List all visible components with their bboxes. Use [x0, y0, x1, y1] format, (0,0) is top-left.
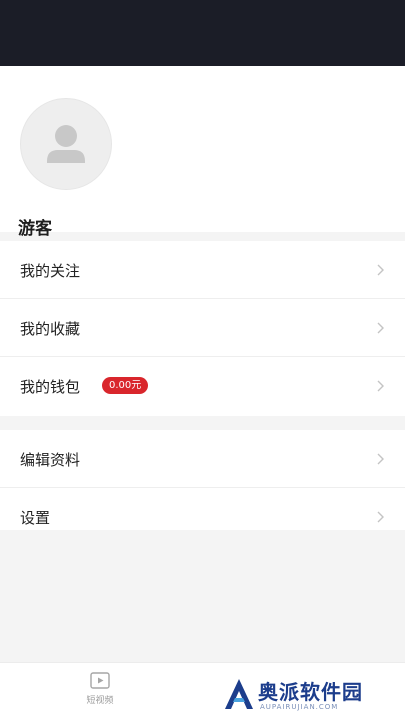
menu-item-label: 我的关注: [20, 262, 81, 280]
chevron-right-icon: [377, 453, 384, 465]
menu-item-label: 编辑资料: [20, 451, 81, 469]
header-background: [0, 0, 405, 66]
watermark-subtext: AUPAIRUJIAN.COM: [260, 703, 339, 711]
profile-section: 游客 88888888: [0, 66, 405, 264]
chevron-right-icon: [377, 264, 384, 276]
username: 游客: [18, 219, 52, 239]
menu-group-primary: 我的关注 我的收藏 我的钱包 0.00元: [0, 241, 405, 416]
menu-item-edit-profile[interactable]: 编辑资料: [0, 430, 405, 488]
nav-label: 短视频: [86, 696, 114, 706]
watermark: 奥派软件园 AUPAIRUJIAN.COM: [222, 676, 402, 716]
menu-item-favorites[interactable]: 我的收藏: [0, 299, 405, 357]
nav-short-video[interactable]: 短视频: [60, 671, 140, 706]
chevron-right-icon: [377, 511, 384, 523]
menu-item-label: 设置: [20, 509, 51, 527]
wallet-balance-badge: 0.00元: [102, 377, 149, 394]
play-video-icon: [90, 672, 110, 689]
menu-item-label: 我的钱包: [20, 378, 81, 396]
avatar[interactable]: [20, 98, 112, 190]
watermark-text: 奥派软件园: [258, 680, 363, 704]
menu-item-following[interactable]: 我的关注: [0, 241, 405, 299]
menu-item-label: 我的收藏: [20, 320, 81, 338]
menu-item-wallet[interactable]: 我的钱包 0.00元: [0, 357, 405, 415]
chevron-right-icon: [377, 380, 384, 392]
menu-group-secondary: 编辑资料 设置: [0, 430, 405, 530]
menu-item-settings[interactable]: 设置: [0, 488, 405, 546]
user-avatar-icon: [47, 125, 85, 163]
chevron-right-icon: [377, 322, 384, 334]
watermark-logo: [225, 679, 253, 709]
